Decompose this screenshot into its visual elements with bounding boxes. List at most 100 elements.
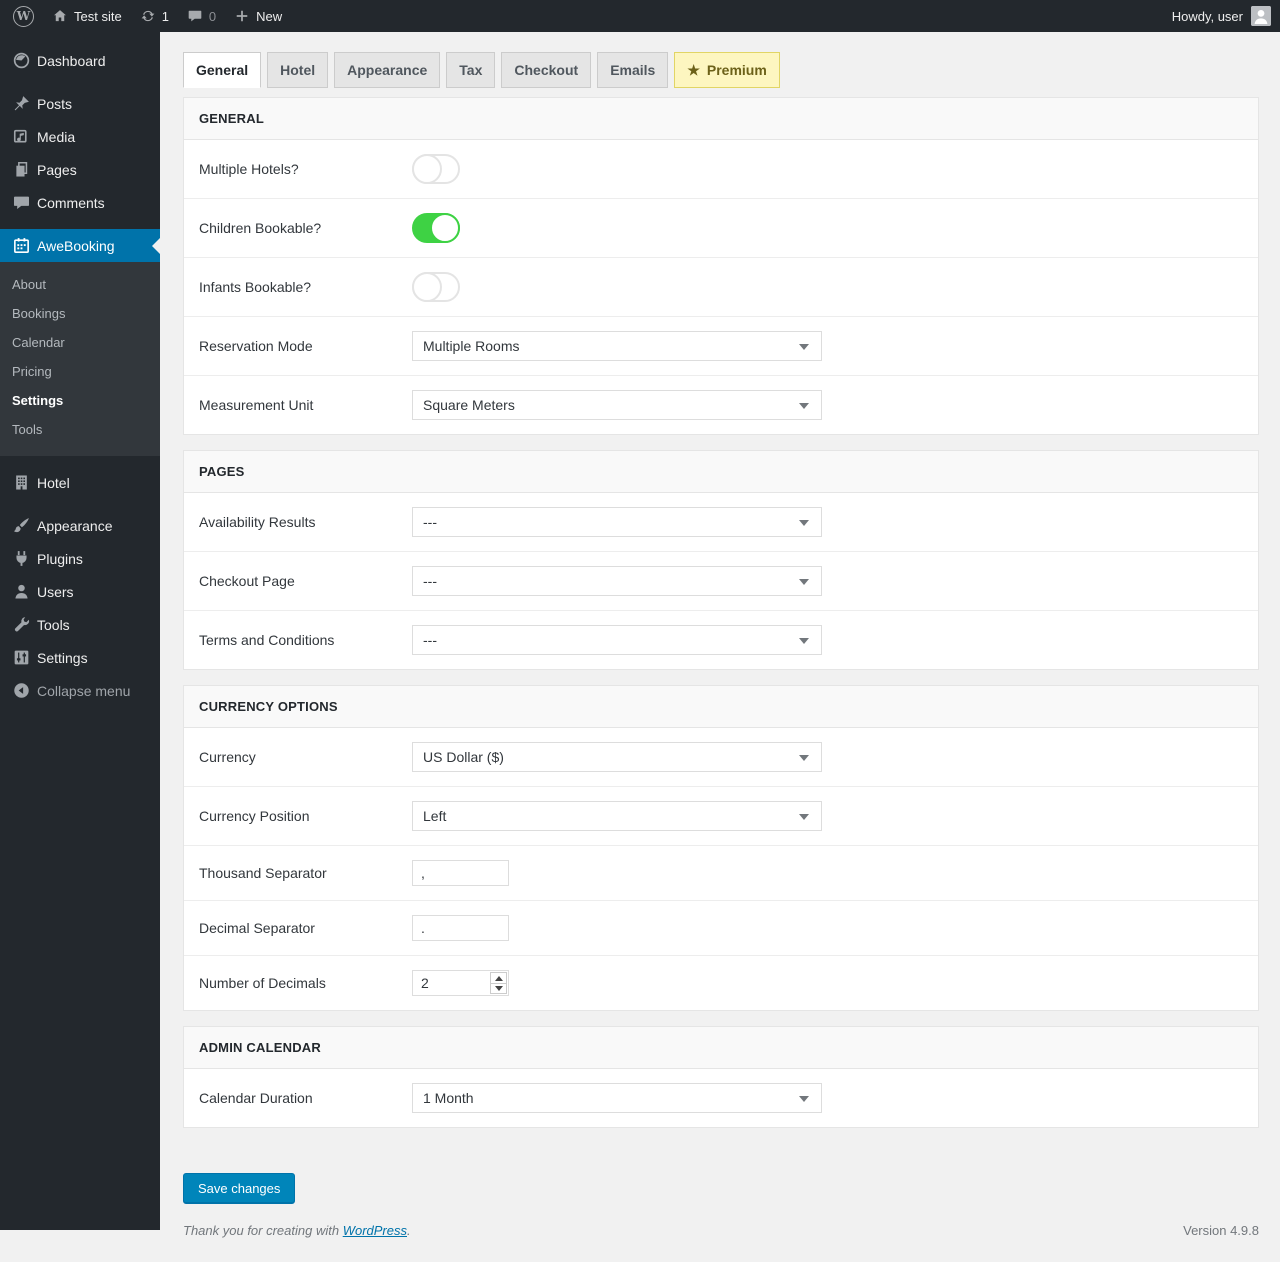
infants-bookable-toggle[interactable] — [412, 272, 460, 302]
sidebar-item-users[interactable]: Users — [0, 575, 160, 608]
footer: Thank you for creating with WordPress. V… — [183, 1213, 1259, 1250]
sidebar-subitem-calendar[interactable]: Calendar — [0, 328, 160, 357]
building-icon — [12, 473, 31, 492]
sidebar-subitem-settings[interactable]: Settings — [0, 386, 160, 415]
footer-version: Version 4.9.8 — [1183, 1223, 1259, 1238]
setting-row-children-bookable: Children Bookable? — [184, 198, 1258, 257]
sidebar-item-pages[interactable]: Pages — [0, 153, 160, 186]
save-row: Save changes — [183, 1173, 1259, 1204]
sidebar-item-plugins[interactable]: Plugins — [0, 542, 160, 575]
wp-logo-menu[interactable]: W — [4, 0, 43, 32]
tab-appearance[interactable]: Appearance — [334, 52, 440, 88]
currency-select[interactable]: US Dollar ($) — [412, 742, 822, 772]
spinner-up-icon[interactable] — [495, 976, 503, 981]
chevron-down-icon — [799, 755, 809, 761]
user-icon — [12, 582, 31, 601]
select-value: Left — [423, 808, 446, 824]
measurement-unit-select[interactable]: Square Meters — [412, 390, 822, 420]
availability-results-select[interactable]: --- — [412, 507, 822, 537]
comments-menu[interactable]: 0 — [178, 0, 225, 32]
sidebar-item-label: Settings — [37, 650, 88, 666]
setting-row-calendar-duration: Calendar Duration 1 Month — [184, 1069, 1258, 1127]
tab-hotel[interactable]: Hotel — [267, 52, 328, 88]
setting-row-reservation-mode: Reservation Mode Multiple Rooms — [184, 316, 1258, 375]
update-count: 1 — [162, 9, 169, 24]
section-currency-options: CURRENCY OPTIONS Currency US Dollar ($) … — [183, 685, 1259, 1011]
home-icon — [52, 8, 68, 24]
admin-bar: W Test site 1 0 New Ho — [0, 0, 1280, 32]
account-menu[interactable]: Howdy, user — [1163, 0, 1280, 32]
sidebar-item-label: Media — [37, 129, 75, 145]
setting-label: Children Bookable? — [199, 220, 412, 236]
media-icon — [12, 127, 31, 146]
setting-label: Currency Position — [199, 808, 412, 824]
setting-label: Multiple Hotels? — [199, 161, 412, 177]
sidebar-subitem-about[interactable]: About — [0, 270, 160, 299]
calendar-icon — [12, 236, 31, 255]
admin-bar-right: Howdy, user — [1163, 0, 1280, 32]
chevron-down-icon — [799, 638, 809, 644]
sidebar-item-label: Users — [37, 584, 74, 600]
section-general: GENERAL Multiple Hotels? Children Bookab… — [183, 97, 1259, 435]
chevron-down-icon — [799, 403, 809, 409]
sidebar-item-tools[interactable]: Tools — [0, 608, 160, 641]
tab-general[interactable]: General — [183, 52, 261, 88]
sidebar-subitem-tools[interactable]: Tools — [0, 415, 160, 444]
wordpress-link[interactable]: WordPress — [343, 1223, 407, 1238]
sidebar-item-media[interactable]: Media — [0, 120, 160, 153]
sidebar-item-label: Pages — [37, 162, 77, 178]
checkout-page-select[interactable]: --- — [412, 566, 822, 596]
select-value: --- — [423, 573, 437, 589]
sidebar-item-label: Posts — [37, 96, 72, 112]
sidebar-item-label: Dashboard — [37, 53, 106, 69]
children-bookable-toggle[interactable] — [412, 213, 460, 243]
sidebar-item-hotel[interactable]: Hotel — [0, 466, 160, 499]
sidebar-item-dashboard[interactable]: Dashboard — [0, 44, 160, 77]
tab-checkout[interactable]: Checkout — [501, 52, 591, 88]
terms-and-conditions-select[interactable]: --- — [412, 625, 822, 655]
collapse-arrow-icon — [12, 681, 31, 700]
plus-icon — [234, 8, 250, 24]
tab-premium-label: Premium — [707, 53, 767, 87]
sidebar-item-appearance[interactable]: Appearance — [0, 509, 160, 542]
select-value: --- — [423, 514, 437, 530]
setting-row-decimal-separator: Decimal Separator — [184, 900, 1258, 955]
number-of-decimals-stepper — [412, 970, 509, 996]
toggle-knob — [430, 213, 460, 243]
section-title-currency-options: CURRENCY OPTIONS — [184, 686, 1258, 728]
decimal-separator-input[interactable] — [412, 915, 509, 941]
new-label: New — [256, 9, 282, 24]
new-content-menu[interactable]: New — [225, 0, 291, 32]
setting-label: Infants Bookable? — [199, 279, 412, 295]
sidebar-item-posts[interactable]: Posts — [0, 87, 160, 120]
multiple-hotels-toggle[interactable] — [412, 154, 460, 184]
menu-separator — [0, 456, 160, 466]
sidebar-item-awebooking[interactable]: AweBooking — [0, 229, 160, 262]
sidebar-subitem-bookings[interactable]: Bookings — [0, 299, 160, 328]
tab-premium[interactable]: ★ Premium — [674, 52, 779, 88]
currency-position-select[interactable]: Left — [412, 801, 822, 831]
collapse-menu-button[interactable]: Collapse menu — [0, 674, 160, 707]
spinner-down-icon[interactable] — [495, 986, 503, 991]
menu-separator — [0, 77, 160, 87]
comment-count: 0 — [209, 9, 216, 24]
main-content: General Hotel Appearance Tax Checkout Em… — [160, 32, 1280, 1260]
howdy-greeting: Howdy, user — [1172, 9, 1243, 24]
plug-icon — [12, 549, 31, 568]
site-name-menu[interactable]: Test site — [43, 0, 131, 32]
save-changes-button[interactable]: Save changes — [183, 1173, 295, 1204]
sidebar-item-settings[interactable]: Settings — [0, 641, 160, 674]
sidebar-subitem-pricing[interactable]: Pricing — [0, 357, 160, 386]
tab-emails[interactable]: Emails — [597, 52, 668, 88]
tab-tax[interactable]: Tax — [446, 52, 495, 88]
settings-tabs: General Hotel Appearance Tax Checkout Em… — [183, 52, 1259, 88]
number-spinner[interactable] — [490, 972, 507, 994]
sidebar-item-comments[interactable]: Comments — [0, 186, 160, 219]
setting-row-currency-position: Currency Position Left — [184, 786, 1258, 845]
calendar-duration-select[interactable]: 1 Month — [412, 1083, 822, 1113]
thousand-separator-input[interactable] — [412, 860, 509, 886]
spinner-divider — [491, 983, 506, 984]
reservation-mode-select[interactable]: Multiple Rooms — [412, 331, 822, 361]
section-title-pages: PAGES — [184, 451, 1258, 493]
updates-menu[interactable]: 1 — [131, 0, 178, 32]
